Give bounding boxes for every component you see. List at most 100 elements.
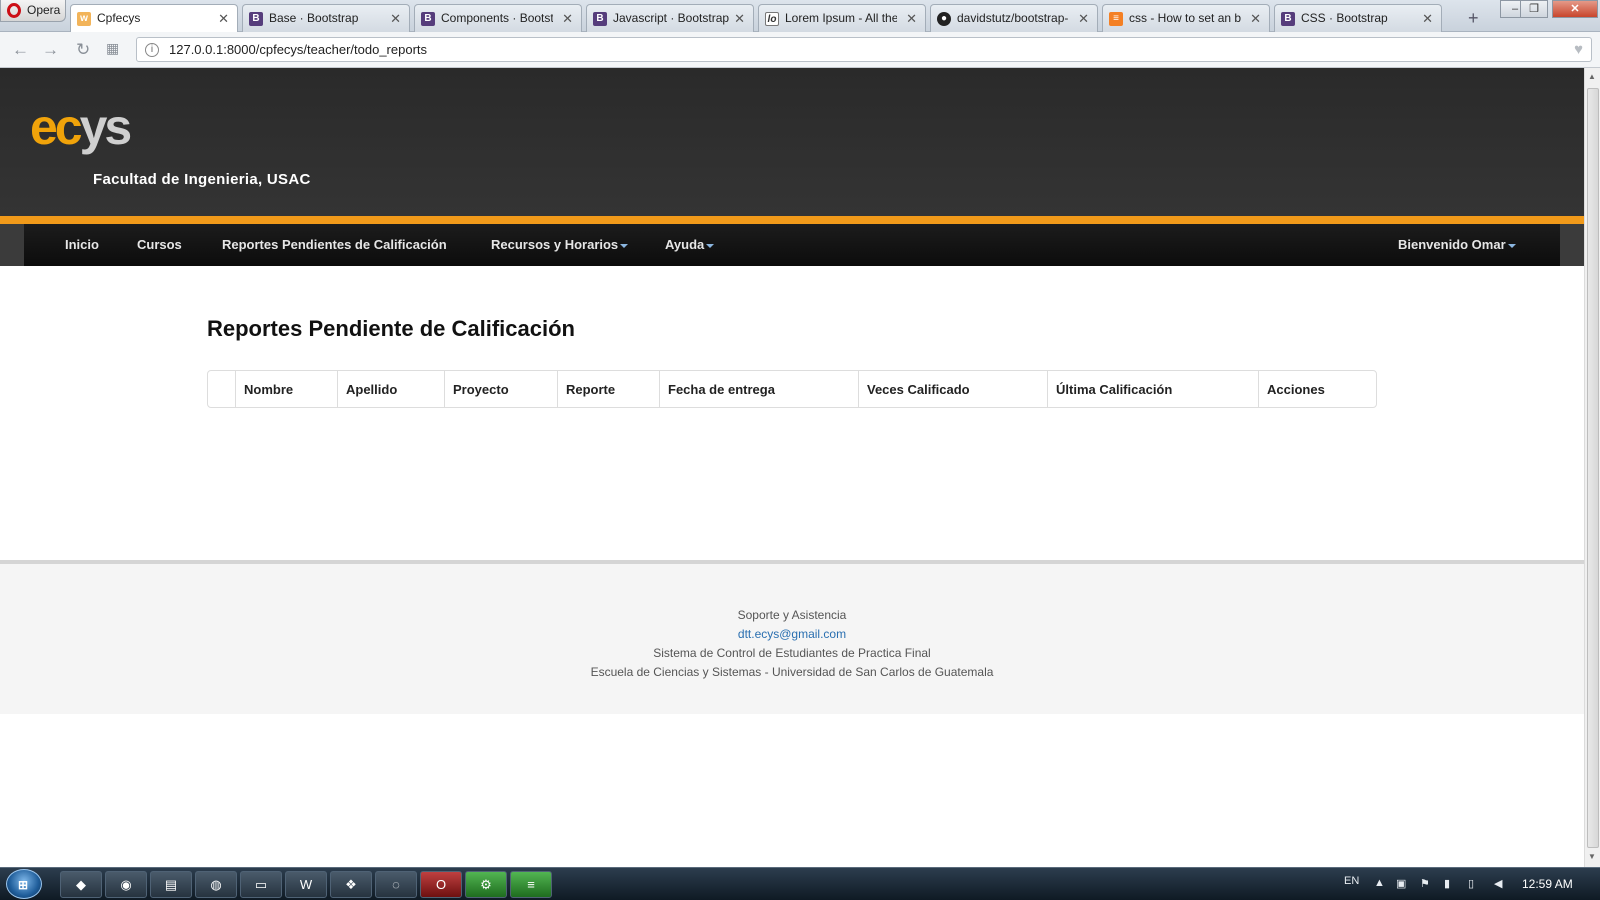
- tray-app-icon[interactable]: ▣: [1396, 877, 1406, 890]
- tab-javascript-bootstrap[interactable]: B Javascript · Bootstrap ✕: [586, 4, 754, 32]
- bookmark-heart-icon[interactable]: ♥: [1574, 41, 1583, 58]
- bootstrap-favicon-icon: B: [421, 12, 435, 26]
- reports-table: Nombre Apellido Proyecto Reporte Fecha d…: [207, 370, 1377, 408]
- table-header-veces-calificado: Veces Calificado: [858, 371, 1047, 407]
- start-button[interactable]: ⊞: [6, 869, 42, 899]
- media-app-icon[interactable]: ◍: [195, 871, 237, 898]
- folder-app-icon[interactable]: ▭: [240, 871, 282, 898]
- close-tab-icon[interactable]: ✕: [1250, 11, 1261, 27]
- page-title: Reportes Pendiente de Calificación: [207, 316, 575, 341]
- site-footer: Soporte y Asistencia dtt.ecys@gmail.com …: [0, 564, 1584, 714]
- github-favicon-icon: ●: [937, 12, 951, 26]
- python-app-icon[interactable]: ❖: [330, 871, 372, 898]
- footer-email-link[interactable]: dtt.ecys@gmail.com: [738, 627, 846, 641]
- tab-css-bootstrap[interactable]: B CSS · Bootstrap ✕: [1274, 4, 1442, 32]
- reload-icon[interactable]: ↻: [76, 40, 90, 60]
- forward-arrow-icon[interactable]: →: [42, 40, 59, 60]
- new-tab-button[interactable]: +: [1468, 8, 1479, 29]
- page-viewport: ecys Facultad de Ingenieria, USAC Inicio…: [0, 68, 1584, 867]
- close-tab-icon[interactable]: ✕: [906, 11, 917, 27]
- chrome-app-icon[interactable]: ◉: [105, 871, 147, 898]
- caret-down-icon: [706, 243, 715, 248]
- ecys-logo[interactable]: ecys: [30, 98, 133, 156]
- show-hidden-icons-icon[interactable]: ▲: [1374, 877, 1385, 889]
- network-signal-icon[interactable]: ▮: [1444, 877, 1450, 890]
- restore-window-button[interactable]: ❐: [1520, 0, 1548, 18]
- lorem-favicon-icon: lo: [765, 12, 779, 26]
- nav-item-cursos[interactable]: Cursos: [137, 237, 182, 252]
- header-accent-bar: [0, 216, 1584, 224]
- tab-cpfecys[interactable]: w Cpfecys ✕: [70, 4, 238, 33]
- footer-school-name: Escuela de Ciencias y Sistemas - Univers…: [590, 665, 994, 679]
- w2p-favicon-icon: w: [77, 12, 91, 26]
- back-arrow-icon[interactable]: ←: [12, 40, 29, 60]
- nav-item-inicio[interactable]: Inicio: [65, 237, 99, 252]
- user-menu-label: Bienvenido Omar: [1398, 237, 1506, 252]
- close-tab-icon[interactable]: ✕: [1078, 11, 1089, 27]
- tab-title: CSS · Bootstrap: [1301, 11, 1388, 25]
- language-indicator[interactable]: EN: [1344, 875, 1359, 887]
- scrollbar-thumb[interactable]: [1587, 88, 1599, 848]
- taskbar-clock[interactable]: 12:59 AM: [1522, 877, 1573, 891]
- word-app-icon[interactable]: W: [285, 871, 327, 898]
- tab-lorem-ipsum[interactable]: lo Lorem Ipsum - All the facts ✕: [758, 4, 926, 32]
- disc-app-icon[interactable]: ◌: [375, 871, 417, 898]
- bootstrap-favicon-icon: B: [1281, 12, 1295, 26]
- footer-system-name: Sistema de Control de Estudiantes de Pra…: [653, 646, 931, 660]
- site-header: ecys Facultad de Ingenieria, USAC: [0, 68, 1584, 218]
- stackoverflow-favicon-icon: ≡: [1109, 12, 1123, 26]
- battery-icon[interactable]: ▯: [1468, 877, 1474, 890]
- opera-menu-label: Opera: [27, 3, 61, 17]
- close-tab-icon[interactable]: ✕: [390, 11, 401, 27]
- user-menu[interactable]: Bienvenido Omar: [1398, 237, 1516, 252]
- tab-title: Components · Bootstrap: [441, 11, 553, 25]
- tab-stackoverflow-css[interactable]: ≡ css - How to set an button ✕: [1102, 4, 1270, 32]
- tab-title: Base · Bootstrap: [269, 11, 359, 25]
- bootstrap-favicon-icon: B: [249, 12, 263, 26]
- faculty-subtitle: Facultad de Ingenieria, USAC: [93, 171, 311, 188]
- windows-taskbar: ⊞ ◆ ◉ ▤ ◍ ▭ W ❖ ◌ O ⚙ ≡ EN ▲ ▣ ⚑ ▮ ▯ ◀ 1…: [0, 867, 1600, 900]
- scroll-up-arrow-icon[interactable]: ▲: [1588, 72, 1596, 81]
- git-app-icon[interactable]: ◆: [60, 871, 102, 898]
- nav-item-label: Ayuda: [665, 237, 705, 252]
- action-center-icon[interactable]: ⚑: [1420, 877, 1430, 890]
- caret-down-icon: [1507, 243, 1516, 248]
- tab-title: css - How to set an button: [1129, 11, 1241, 25]
- tab-title: Lorem Ipsum - All the facts: [785, 11, 897, 25]
- bootstrap-favicon-icon: B: [593, 12, 607, 26]
- tab-components-bootstrap[interactable]: B Components · Bootstrap ✕: [414, 4, 582, 32]
- opera-menu-button[interactable]: Opera: [0, 0, 66, 22]
- table-header-fecha-entrega: Fecha de entrega: [659, 371, 858, 407]
- close-tab-icon[interactable]: ✕: [734, 11, 745, 27]
- speed-dial-grid-icon[interactable]: ▦: [106, 40, 119, 57]
- close-window-button[interactable]: ✕: [1552, 0, 1598, 18]
- close-tab-icon[interactable]: ✕: [1422, 11, 1433, 27]
- close-tab-icon[interactable]: ✕: [218, 11, 229, 27]
- url-field[interactable]: i 127.0.0.1:8000/cpfecys/teacher/todo_re…: [136, 37, 1592, 62]
- table-header-blank: [208, 371, 235, 407]
- site-info-icon[interactable]: i: [145, 43, 159, 57]
- caret-down-icon: [620, 243, 629, 248]
- tab-base-bootstrap[interactable]: B Base · Bootstrap ✕: [242, 4, 410, 32]
- table-header-reporte: Reporte: [557, 371, 659, 407]
- opera-logo-icon: [7, 3, 21, 18]
- logo-accent-text: ec: [30, 99, 83, 155]
- sublime-app-icon[interactable]: ≡: [510, 871, 552, 898]
- tab-title: Javascript · Bootstrap: [613, 11, 730, 25]
- nav-item-recursos-horarios[interactable]: Recursos y Horarios: [491, 237, 629, 252]
- table-header-proyecto: Proyecto: [444, 371, 557, 407]
- opera-app-icon[interactable]: O: [420, 871, 462, 898]
- tab-github-multiselect[interactable]: ● davidstutz/bootstrap-multiselect ✕: [930, 4, 1098, 32]
- volume-icon[interactable]: ◀: [1494, 877, 1502, 890]
- table-header-nombre: Nombre: [235, 371, 337, 407]
- nav-item-reportes-pendientes[interactable]: Reportes Pendientes de Calificación: [222, 237, 447, 252]
- close-tab-icon[interactable]: ✕: [562, 11, 573, 27]
- footer-support-title: Soporte y Asistencia: [737, 608, 847, 622]
- logo-rest-text: ys: [79, 99, 133, 155]
- table-header-ultima-calificacion: Última Calificación: [1047, 371, 1258, 407]
- steam-app-icon[interactable]: ⚙: [465, 871, 507, 898]
- notepad-app-icon[interactable]: ▤: [150, 871, 192, 898]
- nav-item-ayuda[interactable]: Ayuda: [665, 237, 715, 252]
- scroll-down-arrow-icon[interactable]: ▼: [1588, 852, 1596, 861]
- page-scrollbar[interactable]: ▲ ▼: [1584, 68, 1600, 867]
